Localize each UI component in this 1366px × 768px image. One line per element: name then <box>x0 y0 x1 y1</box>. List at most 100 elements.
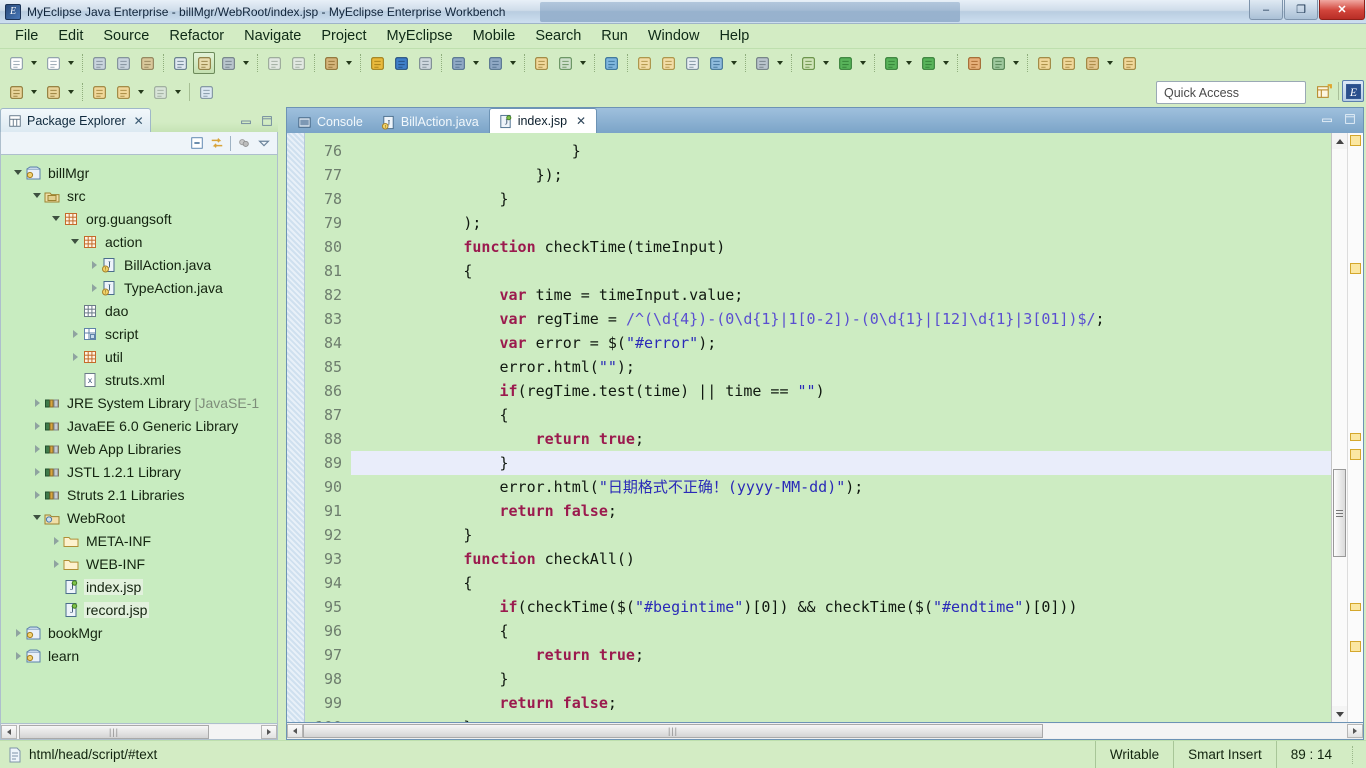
editor-tab-index-jsp[interactable]: Jindex.jsp ✕ <box>488 108 598 133</box>
chevron-down-icon[interactable] <box>1010 52 1022 74</box>
chevron-down-icon[interactable] <box>30 515 44 520</box>
overview-warning-marker[interactable] <box>1350 263 1361 274</box>
chevron-right-icon[interactable] <box>49 560 63 568</box>
toolbar-button-redo[interactable] <box>287 52 309 74</box>
toolbar-button-web-browser[interactable] <box>600 52 622 74</box>
tree-item-billmgr[interactable]: billMgr <box>1 161 277 184</box>
toolbar-button-new-class[interactable] <box>987 52 1009 74</box>
editor-vscroll-track[interactable] <box>1331 149 1348 706</box>
code-line[interactable]: { <box>351 571 1331 595</box>
toolbar-button-toggle-breakpoint[interactable] <box>193 52 215 74</box>
restore-button[interactable]: ❐ <box>1284 0 1318 20</box>
chevron-down-icon[interactable] <box>507 52 519 74</box>
editor-tab-billaction-java[interactable]: J! BillAction.java <box>373 111 489 133</box>
code-line[interactable]: return true; <box>351 643 1331 667</box>
minimize-view-icon[interactable] <box>239 114 253 128</box>
scroll-right-button[interactable] <box>261 724 277 739</box>
editor-annotation-gutter[interactable] <box>287 133 305 722</box>
close-icon[interactable]: ✕ <box>134 114 144 128</box>
link-with-editor-icon[interactable] <box>210 136 224 150</box>
editor-hscroll-thumb[interactable]: ||| <box>303 724 1043 738</box>
scroll-up-button[interactable] <box>1332 133 1348 149</box>
menu-project[interactable]: Project <box>312 26 375 46</box>
tree-horizontal-scrollbar[interactable]: ||| <box>0 724 278 740</box>
menu-source[interactable]: Source <box>94 26 158 46</box>
tree-item-javaee-6-0-generic-library[interactable]: JavaEE 6.0 Generic Library <box>1 414 277 437</box>
menu-mobile[interactable]: Mobile <box>464 26 525 46</box>
chevron-down-icon[interactable] <box>135 81 147 103</box>
tree-item-dao[interactable]: dao <box>1 299 277 322</box>
code-line[interactable]: { <box>351 259 1331 283</box>
chevron-down-icon[interactable] <box>68 239 82 244</box>
tree-item-webroot[interactable]: WebRoot <box>1 506 277 529</box>
code-line[interactable]: function checkTime(timeInput) <box>351 235 1331 259</box>
toolbar-button-save-all[interactable] <box>112 52 134 74</box>
toolbar-button-report[interactable] <box>681 52 703 74</box>
code-line[interactable]: { <box>351 619 1331 643</box>
chevron-down-icon[interactable] <box>820 52 832 74</box>
tab-package-explorer[interactable]: Package Explorer ✕ <box>0 108 151 132</box>
tree-item-web-inf[interactable]: WEB-INF <box>1 552 277 575</box>
editor-vscroll-thumb[interactable] <box>1332 469 1346 557</box>
tree-item-struts-2-1-libraries[interactable]: Struts 2.1 Libraries <box>1 483 277 506</box>
toolbar-button-run-mobile[interactable] <box>169 52 191 74</box>
toolbar-button-next-annotation[interactable] <box>5 81 27 103</box>
menu-refactor[interactable]: Refactor <box>160 26 233 46</box>
tree-item-web-app-libraries[interactable]: Web App Libraries <box>1 437 277 460</box>
chevron-down-icon[interactable] <box>903 52 915 74</box>
toolbar-button-export[interactable] <box>657 52 679 74</box>
chevron-right-icon[interactable] <box>30 399 44 407</box>
chevron-down-icon[interactable] <box>1104 52 1116 74</box>
tree-item-learn[interactable]: learn <box>1 644 277 667</box>
tree-item-org-guangsoft[interactable]: org.guangsoft <box>1 207 277 230</box>
overview-warning-marker[interactable] <box>1350 641 1361 652</box>
chevron-down-icon[interactable] <box>65 81 77 103</box>
chevron-down-icon[interactable] <box>940 52 952 74</box>
toolbar-button-run-external[interactable] <box>917 52 939 74</box>
toolbar-button-toggle-mark-occurrences[interactable] <box>195 81 217 103</box>
scroll-down-button[interactable] <box>1332 706 1348 722</box>
toolbar-button-new-package[interactable] <box>963 52 985 74</box>
close-button[interactable]: ✕ <box>1319 0 1365 20</box>
toolbar-button-last-edit[interactable] <box>149 81 171 103</box>
toolbar-button-new-file[interactable] <box>5 52 27 74</box>
tree-item-index-jsp[interactable]: Jindex.jsp <box>1 575 277 598</box>
focus-on-active-task-icon[interactable] <box>237 136 251 150</box>
tree-item-struts-xml[interactable]: x struts.xml <box>1 368 277 391</box>
tree-hscroll-thumb[interactable]: ||| <box>19 724 209 739</box>
chevron-down-icon[interactable] <box>28 81 40 103</box>
toolbar-button-open-folder[interactable] <box>633 52 655 74</box>
toolbar-button-save[interactable] <box>88 52 110 74</box>
toolbar-button-debug-bug[interactable] <box>797 52 819 74</box>
code-line[interactable]: error.html("日期格式不正确！(yyyy-MM-dd)"); <box>351 475 1331 499</box>
menu-run[interactable]: Run <box>592 26 637 46</box>
toolbar-button-build-hammer[interactable] <box>217 52 239 74</box>
project-tree-container[interactable]: billMgr src org.guangsoft action J! BillActio… <box>0 155 278 724</box>
editor-vertical-scrollbar[interactable] <box>1331 133 1348 722</box>
myeclipse-perspective-icon[interactable]: E <box>1342 80 1364 102</box>
menu-edit[interactable]: Edit <box>49 26 92 46</box>
chevron-down-icon[interactable] <box>30 193 44 198</box>
editor-scroll-right-button[interactable] <box>1347 724 1363 738</box>
code-line[interactable]: }); <box>351 163 1331 187</box>
toolbar-button-package-blue[interactable] <box>390 52 412 74</box>
chevron-down-icon[interactable] <box>470 52 482 74</box>
toolbar-button-run-server[interactable] <box>554 52 576 74</box>
tree-item-bookmgr[interactable]: bookMgr <box>1 621 277 644</box>
toolbar-button-globe-build[interactable] <box>705 52 727 74</box>
chevron-down-icon[interactable] <box>774 52 786 74</box>
chevron-down-icon[interactable] <box>343 52 355 74</box>
toolbar-button-database-explorer[interactable] <box>484 52 506 74</box>
menu-navigate[interactable]: Navigate <box>235 26 310 46</box>
toolbar-button-server-2.0[interactable] <box>414 52 436 74</box>
overview-warning-marker[interactable] <box>1350 449 1361 460</box>
toolbar-button-open-type[interactable] <box>1033 52 1055 74</box>
toolbar-button-run-config[interactable] <box>880 52 902 74</box>
code-line[interactable]: function checkAll() <box>351 547 1331 571</box>
close-icon[interactable]: ✕ <box>576 114 586 128</box>
code-line[interactable]: return true; <box>351 427 1331 451</box>
chevron-down-icon[interactable] <box>240 52 252 74</box>
code-line[interactable]: var time = timeInput.value; <box>351 283 1331 307</box>
chevron-down-icon[interactable] <box>728 52 740 74</box>
toolbar-button-undo[interactable] <box>263 52 285 74</box>
